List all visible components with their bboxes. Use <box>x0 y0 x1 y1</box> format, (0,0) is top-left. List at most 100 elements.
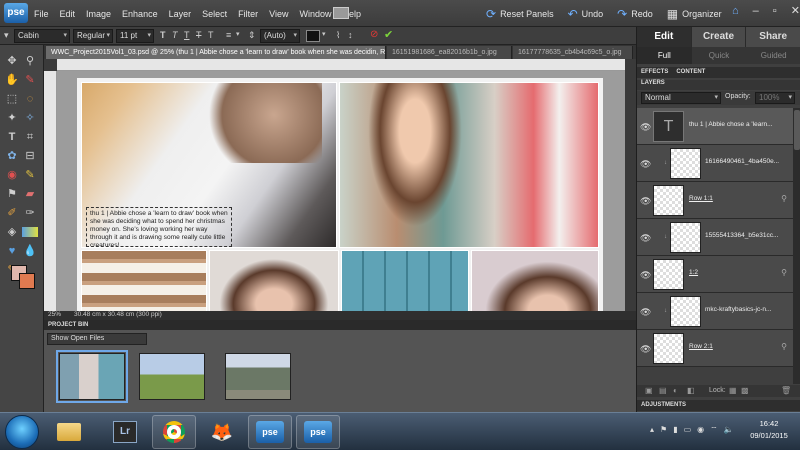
cancel-icon[interactable]: ⊘ <box>370 29 378 40</box>
clock[interactable]: 16:42 09/01/2015 <box>744 418 794 442</box>
undo-button[interactable]: ↶ Undo <box>568 7 604 21</box>
organizer-button[interactable]: ▦ Organizer <box>667 7 722 21</box>
tab-document-jpg-1[interactable]: 16151981686_ea82016b1b_o.jpg <box>387 46 512 59</box>
color-dropdown-icon[interactable]: ▾ <box>322 30 326 38</box>
leading-select[interactable]: (Auto) <box>260 29 300 43</box>
font-size-select[interactable]: 11 pt <box>116 29 154 43</box>
photo-girl-drawing[interactable] <box>339 82 599 248</box>
crop-tool-icon[interactable]: ⌗ <box>22 129 38 145</box>
gimp-app[interactable]: 🦊 <box>200 415 244 449</box>
visibility-eye-icon[interactable]: 👁 <box>640 307 651 318</box>
layers-scroll-thumb[interactable] <box>794 110 800 150</box>
tab-guided[interactable]: Guided <box>746 47 800 64</box>
lock-transparency-icon[interactable]: ▩ <box>741 386 749 395</box>
brush-tool-icon[interactable]: ✐ <box>4 205 20 221</box>
align-dropdown-icon[interactable]: ▾ <box>236 30 240 38</box>
wifi-icon[interactable]: ⌔ <box>710 425 718 435</box>
tab-edit[interactable]: Edit <box>637 27 692 47</box>
tab-create[interactable]: Create <box>691 27 747 47</box>
bold-icon[interactable]: T <box>160 30 166 40</box>
spot-healing-tool-icon[interactable]: ✎ <box>22 167 38 183</box>
text-tool-options-icon[interactable]: ▾ <box>4 30 9 41</box>
network-icon[interactable]: ▮ <box>673 425 677 435</box>
menu-image[interactable]: Image <box>86 9 111 19</box>
warp-text-icon[interactable]: ⌇ <box>336 30 340 41</box>
tab-effects[interactable]: EFFECTS <box>637 67 672 78</box>
eraser-tool-icon[interactable]: ▰ <box>22 186 38 202</box>
new-group-icon[interactable]: ▤ <box>659 386 667 395</box>
blend-mode-select[interactable]: Normal <box>641 92 721 104</box>
menu-window[interactable]: Window <box>299 9 331 19</box>
menu-view[interactable]: View <box>269 9 288 19</box>
quick-selection-tool-icon[interactable]: ✧ <box>22 110 38 126</box>
font-family-select[interactable]: Cabin <box>14 29 70 43</box>
cookie-cutter-tool-icon[interactable]: ✿ <box>4 148 20 164</box>
menu-filter[interactable]: Filter <box>238 9 258 19</box>
text-color-swatch[interactable] <box>306 30 320 42</box>
pse-organizer-app[interactable]: pse <box>248 415 292 449</box>
layer-row[interactable]: 👁 ↓ 16166490461_4ba450e... <box>637 145 793 182</box>
type-tool-icon[interactable]: T <box>4 129 20 145</box>
zoom-tool-icon[interactable]: ⚲ <box>22 53 38 69</box>
photo-girl-portrait[interactable] <box>209 250 339 311</box>
photo-girl-portrait-2[interactable] <box>471 250 599 311</box>
menu-select[interactable]: Select <box>202 9 227 19</box>
visibility-eye-icon[interactable]: 👁 <box>640 122 651 133</box>
layer-row[interactable]: 👁 Row 2:1 ⚲ <box>637 330 793 367</box>
explorer-app[interactable] <box>42 415 96 449</box>
document-canvas-area[interactable]: thu 1 | Abbie chose a 'learn to draw' bo… <box>57 71 625 311</box>
start-button[interactable] <box>5 415 39 449</box>
layer-row[interactable]: 👁 Row 1:1 ⚲ <box>637 182 793 219</box>
underline-icon[interactable]: T <box>184 30 190 40</box>
visibility-eye-icon[interactable]: 👁 <box>640 196 651 207</box>
home-icon[interactable]: ⌂ <box>732 5 739 17</box>
tray-app-icon[interactable]: ◉ <box>697 425 704 435</box>
orientation-icon[interactable]: ↕ <box>348 30 353 40</box>
layer-row[interactable]: 👁 ↓ mkc-kraftybasics-jc-n... <box>637 293 793 330</box>
lock-all-icon[interactable]: ▦ <box>729 386 737 395</box>
visibility-eye-icon[interactable]: 👁 <box>640 159 651 170</box>
italic-icon[interactable]: T <box>172 30 178 40</box>
red-eye-tool-icon[interactable]: ◉ <box>4 167 20 183</box>
project-bin-filter-select[interactable]: Show Open Files <box>47 333 147 345</box>
lasso-tool-icon[interactable]: ◌ <box>22 91 38 107</box>
layer-row[interactable]: 👁 1:2 ⚲ <box>637 256 793 293</box>
monitor-icon[interactable]: ▭ <box>684 425 692 435</box>
document-scrollbar[interactable] <box>625 59 636 311</box>
magic-wand-tool-icon[interactable]: ✦ <box>4 110 20 126</box>
eyedropper-tool-icon[interactable]: ✎ <box>22 72 38 88</box>
menu-file[interactable]: File <box>34 9 49 19</box>
mask-icon[interactable]: ◧ <box>687 386 695 395</box>
tab-share[interactable]: Share <box>746 27 800 47</box>
smart-brush-tool-icon[interactable]: ✑ <box>22 205 38 221</box>
visibility-eye-icon[interactable]: 👁 <box>640 270 651 281</box>
layer-row[interactable]: 👁 T thu 1 | Abbie chose a 'learn... <box>637 108 793 145</box>
pse-editor-app[interactable]: pse <box>296 415 340 449</box>
tab-quick[interactable]: Quick <box>692 47 747 64</box>
hand-tool-icon[interactable]: ✋ <box>4 72 20 88</box>
redo-button[interactable]: ↷ Redo <box>617 7 653 21</box>
shape-tool-icon[interactable]: ♥ <box>4 243 20 259</box>
background-color-swatch[interactable] <box>19 273 35 289</box>
clone-stamp-tool-icon[interactable]: ⚑ <box>4 186 20 202</box>
faux-style-icon[interactable]: T <box>208 30 214 40</box>
layer-row[interactable]: 👁 ↓ 15555413364_b5e31cc... <box>637 219 793 256</box>
move-tool-icon[interactable]: ✥ <box>4 53 20 69</box>
tab-document-psd[interactable]: WWC_Project2015Vol1_03.psd @ 25% (thu 1 … <box>46 46 386 59</box>
paint-bucket-tool-icon[interactable]: ◈ <box>4 224 20 240</box>
minimize-icon[interactable]: – <box>753 5 759 17</box>
screen-mode-icon[interactable] <box>333 7 349 19</box>
photo-drawing[interactable]: thu 1 | Abbie chose a 'learn to draw' bo… <box>81 82 337 248</box>
chrome-app[interactable] <box>152 415 196 449</box>
tab-full[interactable]: Full <box>637 47 692 64</box>
align-left-icon[interactable]: ≡ <box>226 30 231 40</box>
strikethrough-icon[interactable]: T <box>196 30 202 40</box>
menu-layer[interactable]: Layer <box>169 9 192 19</box>
visibility-eye-icon[interactable]: 👁 <box>640 344 651 355</box>
gradient-tool-icon[interactable] <box>22 227 38 237</box>
commit-icon[interactable]: ✔ <box>384 28 393 41</box>
straighten-tool-icon[interactable]: ⊟ <box>22 148 38 164</box>
journaling-text-box[interactable]: thu 1 | Abbie chose a 'learn to draw' bo… <box>86 207 232 247</box>
menu-enhance[interactable]: Enhance <box>122 9 158 19</box>
bin-thumb-page[interactable] <box>56 350 128 403</box>
